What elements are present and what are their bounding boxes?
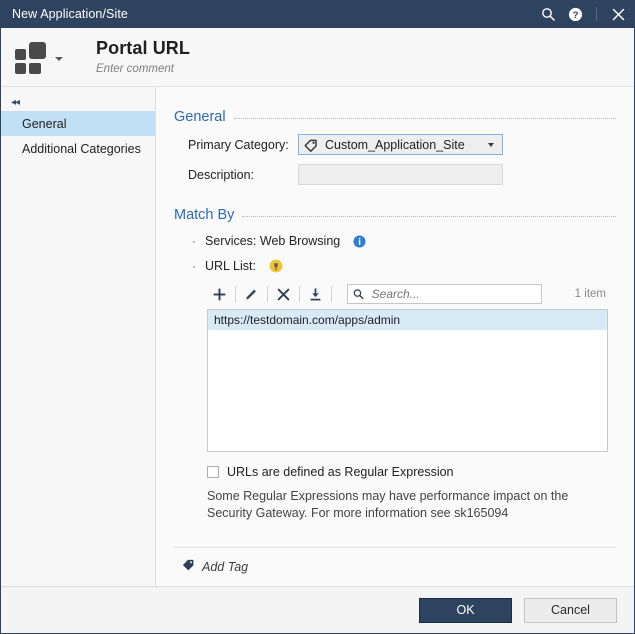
toolbar-divider — [235, 286, 236, 302]
url-list-label: URL List: — [205, 259, 256, 273]
close-icon[interactable] — [609, 5, 627, 23]
description-label: Description: — [188, 168, 298, 182]
dialog-nav-sidebar: ◂◂ General Additional Categories — [1, 87, 156, 586]
toolbar-divider — [299, 286, 300, 302]
object-name: Portal URL — [96, 38, 190, 58]
object-header: Portal URL Enter comment — [1, 28, 634, 87]
import-url-button[interactable] — [303, 283, 328, 305]
tag-icon — [182, 558, 195, 576]
tag-icon — [304, 138, 318, 152]
bullet-icon: · — [192, 260, 198, 272]
primary-category-row: Primary Category: Custom_Application_Sit… — [174, 134, 616, 155]
url-value: https://testdomain.com/apps/admin — [214, 313, 400, 327]
dialog-main-pane: General Primary Category: Custom_Applica… — [156, 87, 634, 586]
list-item[interactable]: https://testdomain.com/apps/admin — [208, 310, 607, 330]
url-search-box[interactable] — [347, 284, 542, 304]
chevron-down-icon — [55, 57, 63, 61]
new-application-site-dialog: New Application/Site ? — [0, 0, 635, 634]
add-tag-button[interactable]: Add Tag — [174, 548, 616, 586]
object-icon-selector[interactable] — [15, 42, 63, 72]
toolbar-divider — [331, 286, 332, 302]
chevron-down-icon[interactable] — [483, 135, 499, 154]
delete-url-button[interactable] — [271, 283, 296, 305]
section-divider — [242, 216, 616, 218]
dialog-title: New Application/Site — [12, 7, 539, 21]
collapse-sidebar-button[interactable]: ◂◂ — [1, 93, 155, 111]
sidebar-item-general[interactable]: General — [1, 111, 155, 136]
match-by-section-header: Match By — [174, 207, 616, 223]
cancel-button[interactable]: Cancel — [524, 598, 617, 623]
sidebar-item-label: General — [22, 117, 66, 131]
search-icon — [353, 288, 364, 300]
info-icon[interactable] — [353, 235, 366, 248]
object-title-block: Portal URL Enter comment — [96, 38, 190, 76]
regex-checkbox-label[interactable]: URLs are defined as Regular Expression — [227, 465, 454, 479]
primary-category-label: Primary Category: — [188, 138, 298, 152]
sidebar-item-label: Additional Categories — [22, 142, 141, 156]
section-divider — [234, 118, 616, 120]
url-item-count: 1 item — [575, 288, 608, 300]
edit-url-button[interactable] — [239, 283, 264, 305]
match-by-section-title: Match By — [174, 207, 234, 223]
add-tag-label: Add Tag — [202, 560, 248, 574]
description-row: Description: — [174, 164, 616, 185]
ok-button[interactable]: OK — [419, 598, 512, 623]
application-grid-icon — [15, 42, 49, 72]
description-input[interactable] — [298, 164, 503, 185]
dialog-content: ◂◂ General Additional Categories General… — [1, 87, 634, 586]
url-list-row: · URL List: — [174, 259, 616, 273]
toolbar-divider — [267, 286, 268, 302]
dialog-footer: OK Cancel — [1, 586, 634, 633]
regex-checkbox-row[interactable]: URLs are defined as Regular Expression — [174, 465, 616, 479]
svg-text:?: ? — [572, 10, 578, 21]
primary-category-value: Custom_Application_Site — [325, 138, 483, 152]
dialog-body: Portal URL Enter comment ◂◂ General Addi… — [0, 28, 635, 634]
object-comment-field[interactable]: Enter comment — [96, 63, 190, 76]
url-list-toolbar: 1 item — [207, 281, 608, 307]
help-icon[interactable]: ? — [566, 5, 584, 23]
primary-category-combobox[interactable]: Custom_Application_Site — [298, 134, 503, 155]
dialog-titlebar: New Application/Site ? — [0, 0, 635, 28]
url-list-block: 1 item https://testdomain.com/apps/admin — [174, 281, 616, 452]
titlebar-actions: ? — [539, 5, 627, 23]
titlebar-divider — [596, 7, 597, 21]
services-row: · Services: Web Browsing — [174, 234, 616, 248]
lightbulb-icon[interactable] — [269, 259, 283, 273]
search-icon[interactable] — [539, 5, 557, 23]
search-input[interactable] — [370, 286, 536, 302]
add-url-button[interactable] — [207, 283, 232, 305]
url-list-area[interactable]: https://testdomain.com/apps/admin — [207, 309, 608, 452]
general-section-header: General — [174, 109, 616, 125]
regex-note: Some Regular Expressions may have perfor… — [174, 488, 616, 522]
regex-checkbox[interactable] — [207, 466, 219, 478]
sidebar-item-additional-categories[interactable]: Additional Categories — [1, 136, 155, 161]
services-label: Services: Web Browsing — [205, 234, 340, 248]
bullet-icon: · — [192, 235, 198, 247]
general-section-title: General — [174, 109, 226, 125]
